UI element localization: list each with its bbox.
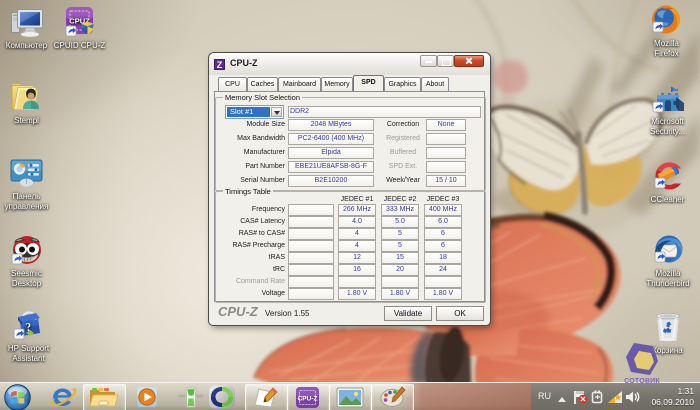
svg-text:CPU-Z: CPU-Z (298, 396, 318, 403)
